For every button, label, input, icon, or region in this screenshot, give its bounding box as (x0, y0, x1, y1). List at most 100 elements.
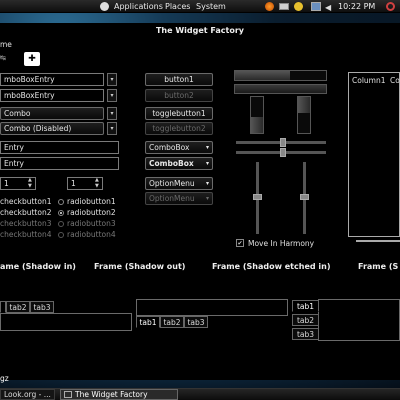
horizontal-progress-bar-2 (234, 84, 327, 94)
panel-logo-icon[interactable] (100, 2, 109, 11)
toggle-button-1[interactable]: togglebutton1 (145, 107, 213, 120)
toggle-button-1-label: togglebutton1 (152, 109, 206, 118)
tree-column-header-1[interactable]: Column1 (352, 76, 386, 85)
taskbar-item-widget-factory[interactable]: The Widget Factory (60, 389, 178, 400)
spin-arrows-icon[interactable]: ▲ ▼ (95, 177, 99, 189)
notebook-3-tab-2[interactable]: tab2 (292, 314, 319, 326)
taskbar-item-look-org[interactable]: Look.org - ... (0, 389, 55, 400)
text-entry-1-text: Entry (4, 143, 24, 152)
button-1[interactable]: button1 (145, 73, 213, 86)
combobox-entry-1[interactable]: mboBoxEntry (0, 73, 104, 86)
notebook-2-tab-3-label: tab3 (187, 317, 205, 327)
window-icon (64, 391, 72, 398)
frame-shadow-etched-in-title: Frame (Shadow etched in) (212, 262, 331, 271)
help-launcher-icon[interactable] (294, 2, 303, 11)
mail-launcher-icon[interactable] (279, 3, 289, 10)
radio-indicator-2[interactable] (58, 210, 64, 216)
combobox-entry-2[interactable]: mboBoxEntry (0, 89, 104, 102)
add-icon[interactable]: ✚ (24, 52, 40, 66)
option-menu-1[interactable]: OptionMenu ▾ (145, 177, 213, 190)
text-entry-2-text: Entry (4, 159, 24, 168)
radio-indicator-4 (58, 232, 64, 238)
notebook-2-tab-2[interactable]: tab2 (160, 316, 184, 328)
notebook-1-page (0, 313, 132, 331)
menu-places[interactable]: Places (165, 2, 190, 11)
scale-slider-handle[interactable] (253, 194, 262, 200)
horizontal-scale-1[interactable] (236, 138, 326, 147)
notebook-2-tab-2-label: tab2 (163, 317, 181, 327)
panel-clock[interactable]: 10:22 PM (338, 2, 375, 11)
combobox-text-1-label: ComboBox (149, 143, 190, 152)
network-icon[interactable] (311, 2, 321, 11)
radiobutton-3: radiobutton3 (67, 219, 116, 228)
notebook-3-tab-2-label: tab2 (296, 315, 315, 325)
combobox-text-2[interactable]: ComboBox ▾ (145, 157, 213, 170)
notebook-1-tab-3[interactable]: tab3 (30, 301, 54, 313)
move-in-harmony-label[interactable]: Move In Harmony (248, 239, 314, 248)
button-2: button2 (145, 89, 213, 102)
scale-slider-handle[interactable] (280, 138, 286, 147)
notebook-3-page (318, 299, 400, 341)
chevron-down-icon: ▾ (205, 180, 209, 187)
text-entry-1[interactable]: Entry (0, 141, 119, 154)
checkbutton-1[interactable]: checkbutton1 (0, 197, 51, 206)
combo-box-text: Combo (4, 109, 31, 118)
option-menu-2: OptionMenu ▾ (145, 192, 213, 205)
tree-view-scrollbar[interactable] (356, 240, 400, 242)
notebook-1-tab-2[interactable]: tab2 (6, 301, 30, 313)
shutdown-icon[interactable] (386, 2, 395, 11)
option-menu-1-label: OptionMenu (149, 179, 195, 188)
notebook-3-tab-3-label: tab3 (296, 329, 315, 339)
notebook-3-tab-3[interactable]: tab3 (292, 328, 319, 340)
combo-box-disabled-dropdown: ▾ (107, 122, 117, 135)
checkbox-checked-icon[interactable]: ✔ (236, 239, 244, 247)
combo-box-disabled-text: Combo (Disabled) (4, 124, 72, 133)
menu-applications[interactable]: Applications (114, 2, 163, 11)
vertical-scale-2[interactable] (300, 162, 309, 234)
notebook-2-page (136, 299, 288, 316)
chevron-down-icon: ▾ (110, 76, 114, 83)
spin-arrows-icon[interactable]: ▲ ▼ (28, 177, 32, 189)
firefox-launcher-icon[interactable] (265, 2, 274, 11)
volume-icon[interactable]: ◀ (325, 3, 331, 12)
frame-shadow-in-title: ame (Shadow in) (0, 262, 76, 271)
vertical-scale-1[interactable] (253, 162, 262, 234)
button-2-label: button2 (164, 91, 194, 100)
toolbar-arrow-icon[interactable]: ↹ (0, 54, 14, 64)
button-1-label: button1 (164, 75, 194, 84)
checkbutton-2[interactable]: checkbutton2 (0, 208, 51, 217)
window-titlebar[interactable]: The Widget Factory (0, 23, 400, 38)
combobox-text-2-label: ComboBox (149, 159, 194, 168)
notebook-1-tab-3-label: tab3 (33, 302, 51, 312)
radio-indicator-1[interactable] (58, 199, 64, 205)
radiobutton-1[interactable]: radiobutton1 (67, 197, 116, 206)
combo-box[interactable]: Combo (0, 107, 104, 120)
notebook-2-tab-1-label: tab1 (139, 317, 157, 327)
notebook-2-tab-3[interactable]: tab3 (184, 316, 208, 328)
combobox-entry-2-dropdown[interactable]: ▾ (107, 89, 117, 102)
spin-button-2-value: 1 (71, 179, 76, 188)
combo-box-dropdown[interactable]: ▾ (107, 107, 117, 120)
notebook-3-tab-1[interactable]: tab1 (292, 300, 319, 312)
checkbutton-4: checkbutton4 (0, 230, 52, 239)
frame-shadow-etched-out-title: Frame (S (358, 262, 399, 271)
combobox-entry-1-text: mboBoxEntry (4, 75, 55, 84)
scale-slider-handle[interactable] (300, 194, 309, 200)
notebook-2-tab-1[interactable]: tab1 (136, 316, 160, 328)
chevron-down-icon: ▾ (110, 92, 114, 99)
radiobutton-4: radiobutton4 (67, 230, 116, 239)
horizontal-scale-2[interactable] (236, 148, 326, 157)
combobox-text-1[interactable]: ComboBox ▾ (145, 141, 213, 154)
tree-column-header-2[interactable]: Co (390, 76, 400, 85)
progress-fill (235, 85, 326, 93)
menu-system[interactable]: System (196, 2, 226, 11)
desktop-file-label[interactable]: gz (0, 374, 9, 383)
window-title: The Widget Factory (155, 26, 245, 35)
radiobutton-2[interactable]: radiobutton2 (67, 208, 116, 217)
tree-view[interactable] (348, 72, 400, 237)
text-entry-2[interactable]: Entry (0, 157, 119, 170)
scale-slider-handle[interactable] (280, 148, 286, 157)
progress-fill (298, 97, 310, 114)
combobox-entry-1-dropdown[interactable]: ▾ (107, 73, 117, 86)
chevron-down-icon: ▾ (110, 110, 114, 117)
